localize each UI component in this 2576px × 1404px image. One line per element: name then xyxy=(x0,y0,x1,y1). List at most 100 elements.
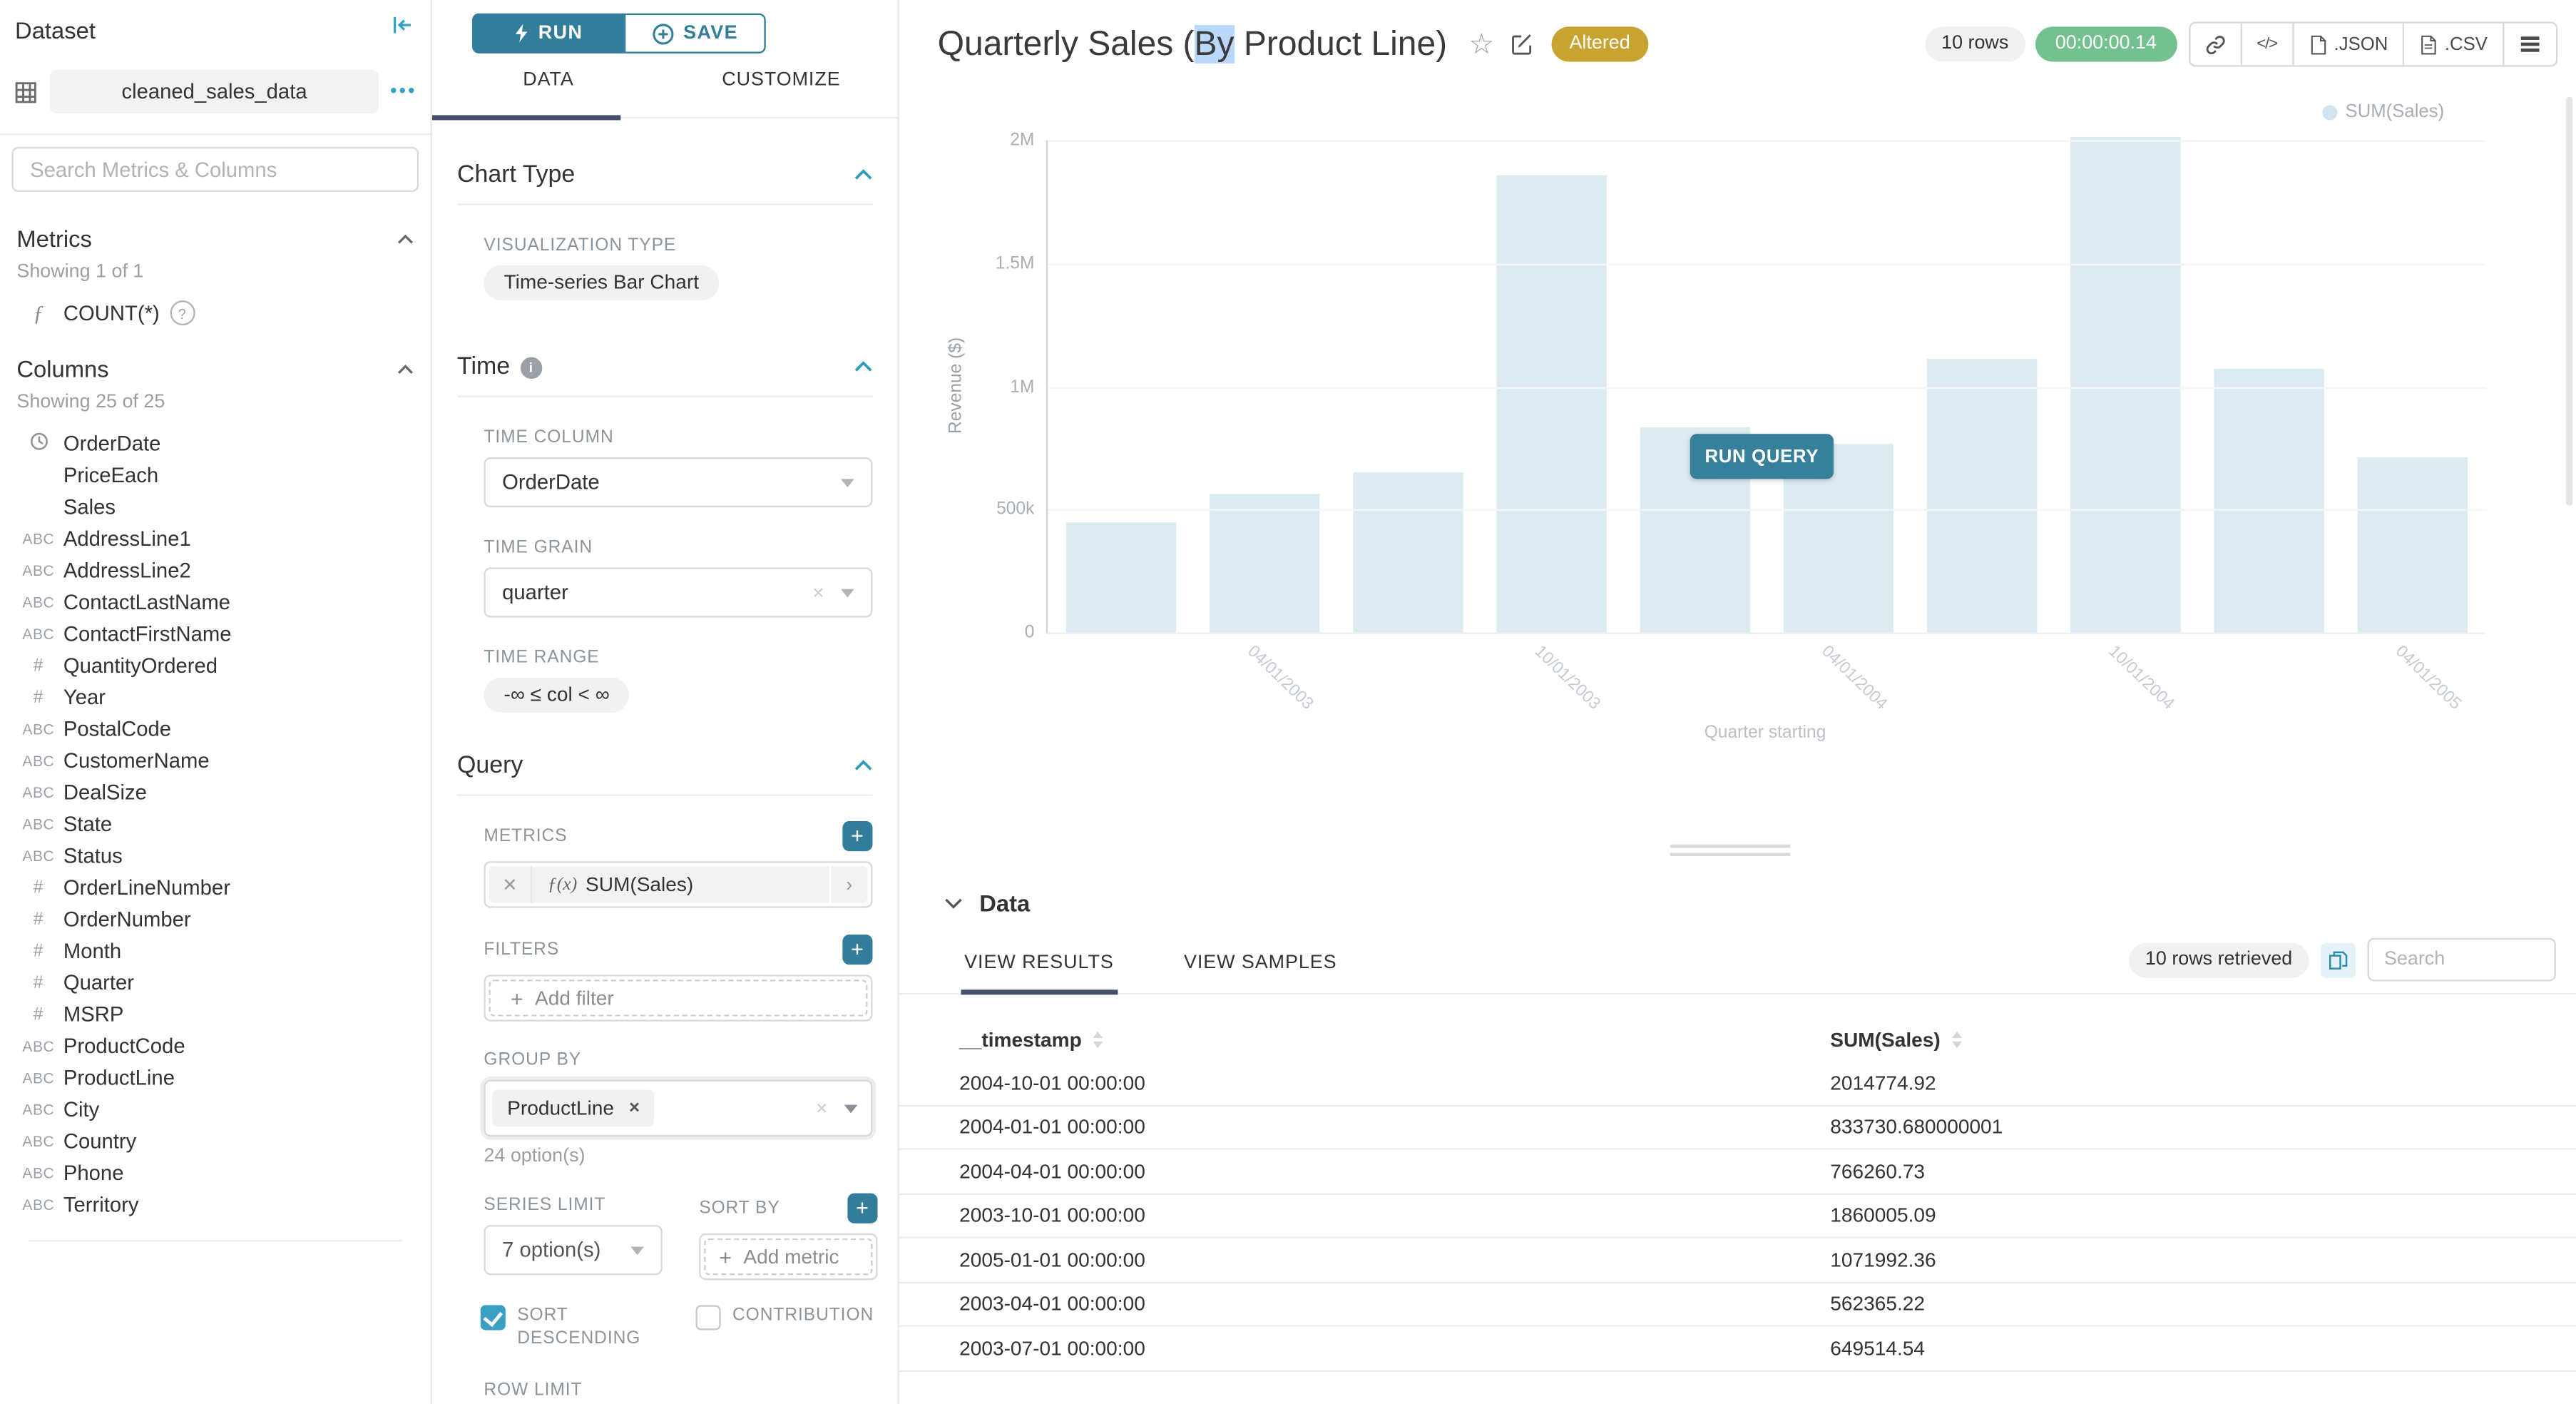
table-search-input[interactable] xyxy=(2368,938,2556,982)
column-item[interactable]: ABCAddressLine1 xyxy=(16,522,414,554)
remove-tag-icon[interactable]: × xyxy=(629,1098,640,1118)
time-column-select[interactable]: OrderDate xyxy=(484,457,872,507)
column-item[interactable]: ABCProductLine xyxy=(16,1062,414,1093)
cell-value: 766260.73 xyxy=(1830,1159,2576,1183)
tab-view-samples[interactable]: VIEW SAMPLES xyxy=(1184,953,1337,993)
share-link-button[interactable] xyxy=(2190,24,2240,65)
divider xyxy=(29,1240,402,1241)
column-item[interactable]: ABCState xyxy=(16,808,414,839)
dataset-name[interactable]: cleaned_sales_data xyxy=(50,70,379,113)
chart-bar[interactable] xyxy=(1210,494,1319,633)
panel-resize-handle[interactable] xyxy=(1670,840,1789,856)
column-item[interactable]: #QuantityOrdered xyxy=(16,649,414,681)
chart-bar[interactable] xyxy=(1353,473,1463,633)
metric-expand-icon[interactable]: › xyxy=(831,866,867,902)
chevron-up-icon[interactable] xyxy=(397,223,414,253)
edit-properties-icon[interactable] xyxy=(1509,31,1534,56)
tab-customize[interactable]: CUSTOMIZE xyxy=(665,70,897,117)
chart-title[interactable]: Quarterly Sales (By Product Line) xyxy=(938,24,1447,64)
collapse-panel-icon[interactable] xyxy=(390,14,414,45)
column-item[interactable]: #Year xyxy=(16,681,414,712)
column-item[interactable]: #OrderLineNumber xyxy=(16,871,414,902)
add-metric-button[interactable]: + xyxy=(842,821,872,851)
column-item[interactable]: ABCContactLastName xyxy=(16,586,414,617)
column-item[interactable]: #Quarter xyxy=(16,966,414,997)
column-name: State xyxy=(63,812,112,835)
chart-bar[interactable] xyxy=(1496,175,1606,633)
column-item[interactable]: ABCDealSize xyxy=(16,776,414,808)
column-item[interactable]: ABCPhone xyxy=(16,1156,414,1188)
sort-descending-checkbox[interactable] xyxy=(481,1305,506,1330)
column-item[interactable]: #Month xyxy=(16,935,414,966)
column-item[interactable]: ABCCity xyxy=(16,1093,414,1124)
column-name: Sales xyxy=(63,495,116,519)
cell-value: 1860005.09 xyxy=(1830,1204,2576,1227)
column-item[interactable]: #MSRP xyxy=(16,998,414,1029)
add-filter-button[interactable]: + xyxy=(842,935,872,965)
dataset-options-icon[interactable]: ••• xyxy=(390,82,417,102)
copy-data-button[interactable] xyxy=(2321,942,2356,977)
add-sort-metric-dropzone[interactable]: + Add metric xyxy=(704,1238,872,1275)
metric-pill[interactable]: ✕ ƒ(x) SUM(Sales) xyxy=(489,866,829,902)
row-limit-label: ROW LIMIT xyxy=(484,1378,872,1400)
column-item[interactable]: ABCTerritory xyxy=(16,1189,414,1220)
chart-bar[interactable] xyxy=(2358,457,2468,633)
column-name: City xyxy=(63,1097,99,1121)
column-item[interactable]: ABCCountry xyxy=(16,1125,414,1156)
dataset-panel: Dataset cleaned_sales_data ••• Metrics S… xyxy=(0,0,432,1404)
time-grain-select[interactable]: quarter × xyxy=(484,567,872,617)
scrollbar-thumb[interactable] xyxy=(2566,97,2572,506)
embed-code-button[interactable]: </> xyxy=(2240,24,2292,65)
time-range-value[interactable]: -∞ ≤ col < ∞ xyxy=(484,678,629,713)
export-json-button[interactable]: .JSON xyxy=(2292,24,2403,65)
column-item[interactable]: ABCAddressLine2 xyxy=(16,554,414,586)
chart-bar[interactable] xyxy=(2214,369,2324,633)
save-button[interactable]: SAVE xyxy=(624,14,766,54)
column-name: OrderNumber xyxy=(63,907,191,930)
chart-bar[interactable] xyxy=(1927,360,2037,633)
altered-badge[interactable]: Altered xyxy=(1551,26,1649,61)
x-axis-tick-label: 04/01/2004 xyxy=(1817,643,1890,714)
column-item[interactable]: PriceEach xyxy=(16,459,414,490)
copy-icon xyxy=(2327,949,2348,970)
run-query-button[interactable]: RUN QUERY xyxy=(1690,434,1834,479)
favorite-star-icon[interactable]: ☆ xyxy=(1469,30,1495,58)
column-header-timestamp[interactable]: __timestamp xyxy=(899,1027,1830,1051)
export-csv-button[interactable]: .CSV xyxy=(2403,24,2503,65)
viz-type-value[interactable]: Time-series Bar Chart xyxy=(484,265,719,300)
gridline xyxy=(1048,387,2486,388)
column-item[interactable]: ABCCustomerName xyxy=(16,744,414,775)
tab-view-results[interactable]: VIEW RESULTS xyxy=(964,953,1114,993)
chevron-up-icon[interactable] xyxy=(397,354,414,384)
remove-metric-icon[interactable]: ✕ xyxy=(489,866,532,902)
group-by-select[interactable]: ProductLine × × xyxy=(484,1080,872,1137)
column-item[interactable]: OrderDate xyxy=(16,427,414,459)
column-item[interactable]: ABCContactFirstName xyxy=(16,618,414,649)
column-name: Country xyxy=(63,1129,136,1153)
clear-icon[interactable]: × xyxy=(812,581,824,604)
chevron-up-icon[interactable] xyxy=(854,162,873,188)
chart-bar[interactable] xyxy=(1066,523,1176,632)
search-metrics-columns-input[interactable] xyxy=(11,147,419,192)
add-filter-dropzone[interactable]: + Add filter xyxy=(489,980,867,1016)
add-sort-metric-button[interactable]: + xyxy=(847,1194,877,1224)
contribution-checkbox[interactable] xyxy=(696,1305,721,1330)
metric-item[interactable]: ƒ COUNT(*) ? xyxy=(16,299,414,327)
chart-bar[interactable] xyxy=(2070,136,2180,632)
column-item[interactable]: #OrderNumber xyxy=(16,903,414,935)
clear-icon[interactable]: × xyxy=(816,1097,827,1120)
chevron-down-icon[interactable] xyxy=(944,888,963,918)
column-item[interactable]: ABCPostalCode xyxy=(16,713,414,744)
column-name: AddressLine1 xyxy=(63,526,191,550)
chart-legend[interactable]: SUM(Sales) xyxy=(2322,102,2444,122)
menu-button[interactable] xyxy=(2503,24,2556,65)
chevron-up-icon[interactable] xyxy=(854,753,873,779)
tab-data[interactable]: DATA xyxy=(432,70,665,117)
run-button[interactable]: RUN xyxy=(472,14,624,54)
series-limit-select[interactable]: 7 option(s) xyxy=(484,1225,662,1275)
column-item[interactable]: ABCStatus xyxy=(16,840,414,871)
chevron-up-icon[interactable] xyxy=(854,354,873,380)
column-header-sum-sales[interactable]: SUM(Sales) xyxy=(1830,1027,2576,1051)
column-item[interactable]: Sales xyxy=(16,491,414,522)
column-item[interactable]: ABCProductCode xyxy=(16,1029,414,1061)
